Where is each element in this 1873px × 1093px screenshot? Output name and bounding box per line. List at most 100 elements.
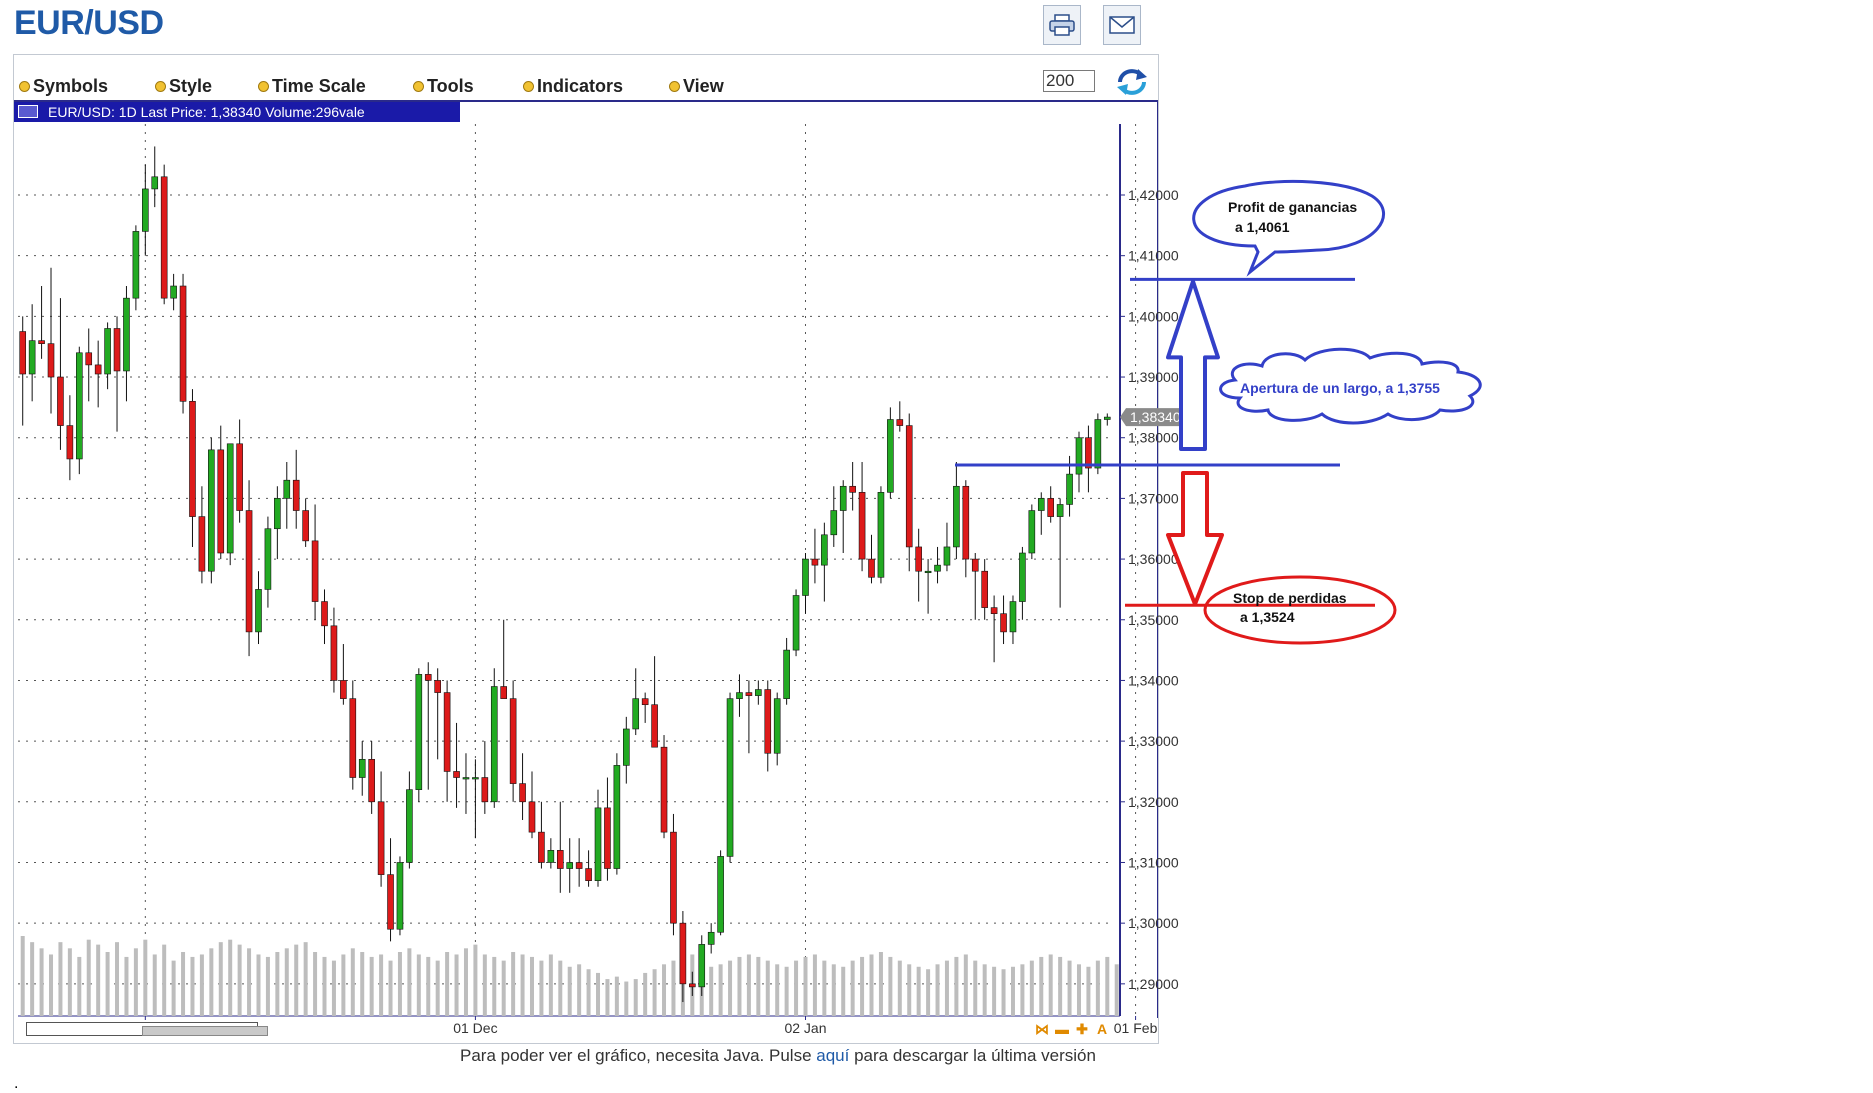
candle-body (424, 674, 432, 681)
volume-bar (718, 964, 723, 1016)
volume-bar (341, 954, 346, 1016)
volume-bar (869, 954, 874, 1016)
y-tick-label: 1,39000 (1128, 369, 1179, 385)
volume-bar (746, 954, 751, 1016)
java-notice-text-end: para descargar la última versión (849, 1046, 1096, 1065)
volume-bar (1086, 966, 1091, 1016)
chart-scrollbar (14, 1020, 1158, 1040)
candle-body (858, 492, 866, 560)
volume-bar (388, 960, 393, 1016)
volume-bar (313, 952, 318, 1016)
candle-body (472, 777, 479, 780)
candle-body (66, 425, 74, 460)
candle-body (670, 831, 677, 924)
zoom-in-icon[interactable]: ✚ (1075, 1022, 1089, 1036)
entry-label: Apertura de un largo, a 1,3755 (1240, 380, 1440, 396)
stop-label: Stop de perdidas (1233, 590, 1347, 606)
candle-body (179, 285, 187, 402)
candle-body (94, 364, 102, 375)
volume-bar (860, 956, 865, 1016)
volume-bar (643, 972, 648, 1016)
autoscale-icon[interactable]: A (1095, 1022, 1109, 1036)
volume-bar (143, 939, 148, 1016)
y-tick-label: 1,38000 (1128, 430, 1179, 446)
candle-body (415, 674, 423, 790)
candle-body (311, 540, 319, 602)
y-tick-label: 1,32000 (1128, 794, 1179, 810)
candle-body (792, 595, 800, 651)
volume-bar (86, 939, 91, 1016)
volume-bar (775, 964, 780, 1016)
volume-bar (878, 952, 883, 1016)
candle-body (868, 558, 875, 578)
candle-body (811, 558, 819, 566)
scrollbar-track[interactable] (26, 1022, 268, 1036)
volume-bar (926, 969, 931, 1016)
candle-body (302, 510, 309, 542)
candle-body (698, 944, 706, 988)
volume-bar (473, 944, 478, 1016)
volume-bar (303, 942, 308, 1016)
volume-bar (916, 966, 921, 1016)
volume-bar (265, 956, 270, 1016)
volume-bar (1029, 960, 1034, 1016)
volume-bar (501, 960, 506, 1016)
java-notice: Para poder ver el gráfico, necesita Java… (460, 1046, 1096, 1066)
volume-bar (558, 960, 563, 1016)
candle-body (217, 449, 225, 554)
volume-bar (1010, 966, 1015, 1016)
candle-body (764, 689, 772, 754)
candle-body (877, 492, 885, 578)
volume-bar (181, 952, 186, 1016)
candle-body (434, 680, 441, 693)
java-download-link[interactable]: aquí (816, 1046, 849, 1065)
scrollbar-thumb[interactable] (142, 1026, 268, 1036)
candle-body (47, 343, 55, 378)
volume-bar (567, 966, 572, 1016)
candle-body (556, 850, 564, 869)
candle-body (453, 771, 460, 778)
volume-bar (1048, 954, 1053, 1016)
candle-body (1019, 552, 1026, 602)
expand-icon[interactable]: ⋈ (1035, 1022, 1049, 1036)
volume-bar (831, 964, 836, 1016)
candle-body (387, 874, 394, 930)
volume-bar (973, 960, 978, 1016)
volume-bar (115, 942, 120, 1016)
candle-body (28, 340, 36, 375)
candle-body (924, 570, 932, 574)
candle-body (839, 485, 847, 511)
volume-bar (435, 960, 440, 1016)
volume-bar (379, 954, 384, 1016)
candle-body (1066, 473, 1073, 505)
volume-bar (30, 942, 35, 1016)
candle-body (57, 376, 64, 426)
volume-bar (96, 944, 101, 1016)
volume-bar (850, 960, 855, 1016)
y-tick-label: 1,42000 (1128, 187, 1179, 203)
volume-bar (322, 956, 327, 1016)
volume-bar (209, 948, 214, 1016)
candle-body (594, 807, 602, 881)
y-tick-label: 1,34000 (1128, 672, 1179, 688)
candle-body (519, 783, 526, 803)
volume-bar (907, 964, 912, 1016)
volume-bar (1067, 960, 1072, 1016)
last-price-label: 1,38340 (1130, 409, 1181, 425)
volume-bar (463, 948, 468, 1016)
volume-bar (162, 944, 167, 1016)
candle-body (321, 601, 328, 627)
volume-bar (454, 954, 459, 1016)
zoom-out-icon[interactable]: ▬ (1055, 1022, 1069, 1036)
candle-body (849, 485, 856, 493)
candle-body (905, 425, 913, 548)
volume-bar (360, 952, 365, 1016)
candle-body (377, 801, 385, 875)
volume-bar (39, 948, 44, 1016)
volume-bar (407, 948, 412, 1016)
volume-bar (1105, 956, 1110, 1016)
candle-body (245, 510, 253, 633)
y-tick-label: 1,36000 (1128, 551, 1179, 567)
candle-body (330, 625, 338, 681)
volume-bar (49, 954, 54, 1016)
